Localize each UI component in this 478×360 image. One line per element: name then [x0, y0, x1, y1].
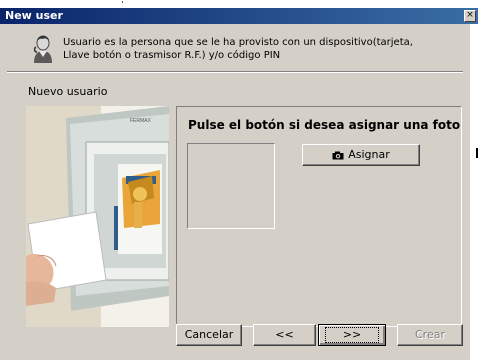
info-text: Usuario es la persona que se le ha provi…	[63, 36, 423, 62]
back-button[interactable]: <<	[253, 324, 316, 346]
assign-photo-label: Asignar	[348, 148, 390, 161]
next-button-label: >>	[324, 327, 380, 343]
info-line-2: Llave botón o trasmisor R.F.) y/o código…	[63, 50, 281, 61]
next-button[interactable]: >>	[318, 324, 386, 346]
cancel-button[interactable]: Cancelar	[176, 324, 242, 346]
section-title: Nuevo usuario	[28, 85, 108, 98]
close-icon[interactable]: ×	[464, 10, 476, 22]
screen-artifact	[122, 1, 123, 3]
create-button[interactable]: Crear	[397, 324, 463, 346]
user-icon	[33, 35, 52, 63]
assign-photo-button[interactable]: Asignar	[302, 144, 420, 166]
brand-label: FERMAX	[130, 118, 152, 124]
outside-area	[470, 24, 478, 360]
dialog-body: Usuario es la persona que se le ha provi…	[0, 24, 470, 360]
camera-icon	[332, 151, 344, 159]
photo-placeholder	[187, 143, 275, 229]
wizard-illustration: FERMAX	[26, 106, 169, 327]
info-line-1: Usuario es la persona que se le ha provi…	[63, 37, 413, 48]
separator	[7, 71, 463, 73]
window-title: New user	[5, 9, 63, 22]
photo-panel: Pulse el botón si desea asignar una foto…	[176, 106, 462, 327]
panel-title: Pulse el botón si desea asignar una foto	[188, 118, 461, 132]
title-bar: New user ×	[0, 8, 478, 24]
